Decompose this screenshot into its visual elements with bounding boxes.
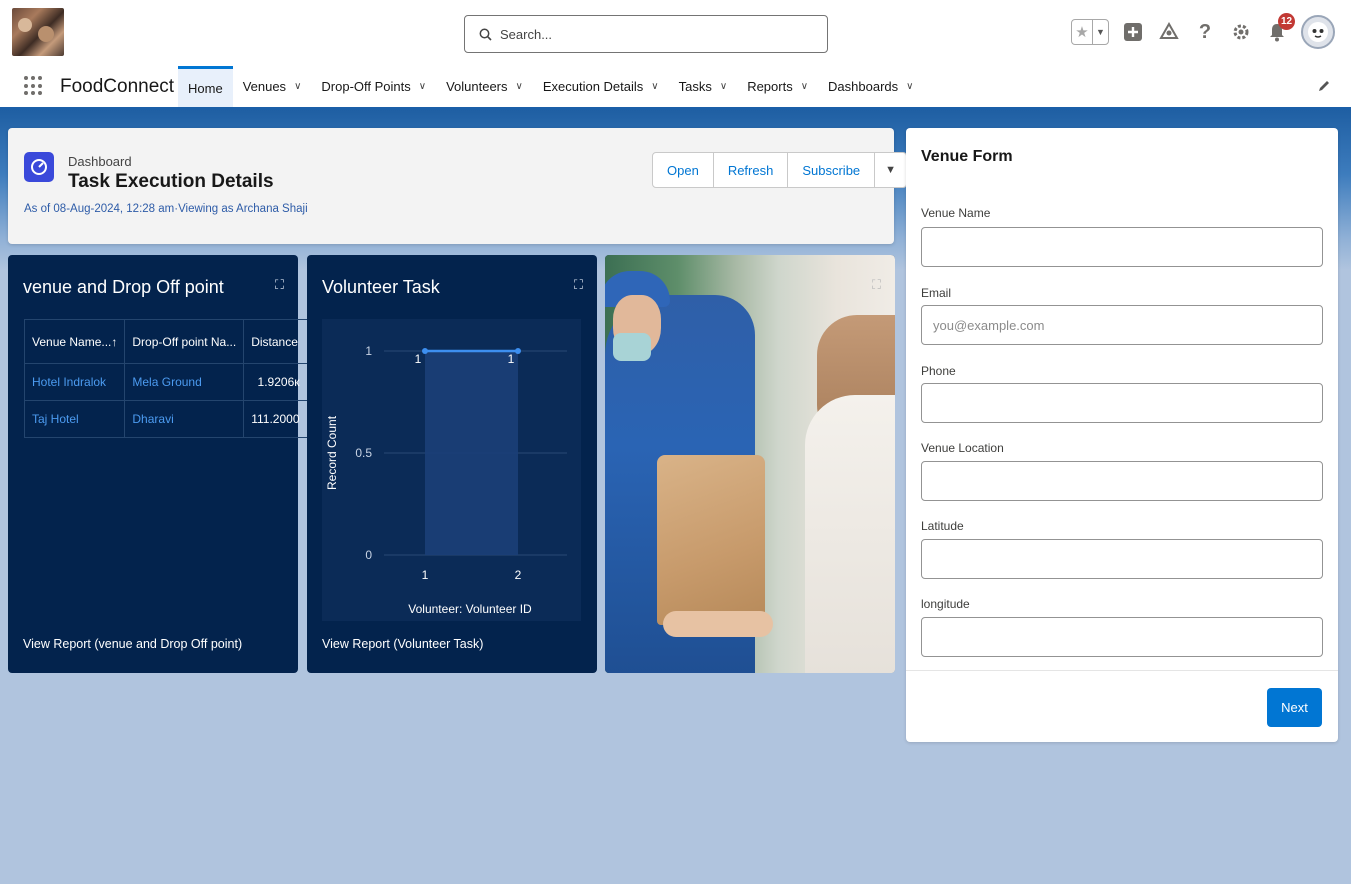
- next-button[interactable]: Next: [1267, 688, 1322, 727]
- x-axis-label: Volunteer: Volunteer ID: [408, 602, 532, 616]
- chevron-down-icon[interactable]: ▼: [1092, 20, 1108, 44]
- trailhead-icon[interactable]: [1157, 20, 1181, 44]
- tab-venues[interactable]: Venues ∨: [233, 66, 312, 107]
- venue-name-label: Venue Name: [921, 206, 991, 220]
- app-nav-bar: FoodConnect Home Venues ∨ Drop-Off Points…: [0, 66, 1351, 110]
- chevron-down-icon[interactable]: ∨: [720, 81, 727, 92]
- venue-location-label: Venue Location: [921, 441, 1004, 455]
- form-title: Venue Form: [921, 148, 1013, 165]
- delivery-photo: [605, 255, 895, 673]
- venue-location-field[interactable]: [921, 461, 1323, 501]
- app-launcher-icon[interactable]: [24, 76, 44, 96]
- latitude-label: Latitude: [921, 519, 964, 533]
- venue-link[interactable]: Taj Hotel: [23, 400, 126, 438]
- tab-tasks[interactable]: Tasks ∨: [669, 66, 738, 107]
- search-placeholder: Search...: [500, 26, 553, 42]
- venue-dropoff-widget: venue and Drop Off point ⛶ Venue Name...…: [8, 255, 308, 673]
- email-label: Email: [921, 286, 952, 300]
- edit-nav-pencil-icon[interactable]: [1317, 79, 1331, 96]
- chart-area: 0 0.5 1 1 1 1 2 Volunteer: Volunteer ID Record C…: [322, 319, 581, 621]
- volunteer-task-chart[interactable]: 0 0.5 1 1 1 1 2 Volunteer: Volunteer ID Record C…: [322, 319, 581, 621]
- phone-field[interactable]: [921, 383, 1323, 423]
- venue-form-card: Venue Form Venue Name Email Phone Venue …: [906, 128, 1338, 742]
- org-logo[interactable]: [12, 8, 64, 56]
- tab-home[interactable]: Home: [178, 66, 233, 107]
- venue-name-field[interactable]: [921, 227, 1323, 267]
- subscribe-button[interactable]: Subscribe: [787, 153, 874, 187]
- gear-icon[interactable]: [1229, 20, 1253, 44]
- widget-title: venue and Drop Off point: [23, 277, 224, 297]
- table-row: Hotel Indralok Mela Ground 1.9206к: [23, 363, 308, 401]
- dashboard-subtitle: As of 08-Aug-2024, 12:28 am·Viewing as A…: [24, 203, 308, 215]
- dashboard-header-card: Dashboard Task Execution Details As of 0…: [8, 128, 908, 244]
- data-label: 1: [508, 352, 515, 366]
- global-header: Search... ★ ▼ ? 12: [0, 0, 1351, 66]
- chevron-down-icon[interactable]: ∨: [906, 81, 913, 92]
- page-title: Task Execution Details: [68, 171, 274, 192]
- volunteer-task-widget: Volunteer Task ⛶ 0 0.5 1 1 1 1 2 Volunteer: Vol…: [307, 255, 597, 673]
- nav-tabs: Home Venues ∨ Drop-Off Points ∨ Volunteers…: [178, 66, 923, 110]
- longitude-label: longitude: [921, 597, 970, 611]
- distance-value: 1.9206к: [243, 363, 308, 401]
- form-divider: [906, 670, 1338, 671]
- notifications-bell-icon[interactable]: 12: [1265, 13, 1295, 44]
- delivery-photo-widget: ⛶: [605, 255, 895, 673]
- help-icon[interactable]: ?: [1193, 20, 1217, 44]
- tab-reports[interactable]: Reports ∨: [737, 66, 818, 107]
- table-row: Taj Hotel Dharavi 111.2000: [23, 400, 308, 438]
- widget-title: Volunteer Task: [322, 277, 440, 297]
- expand-icon[interactable]: ⛶: [275, 277, 284, 293]
- x-tick-label: 1: [422, 568, 429, 582]
- tab-volunteers[interactable]: Volunteers ∨: [436, 66, 533, 107]
- dashboard-actions: Open Refresh Subscribe ▼: [652, 152, 908, 188]
- table-header-row: Venue Name...↑ Drop-Off point Na... Dist…: [23, 319, 308, 364]
- notification-count-badge: 12: [1278, 13, 1295, 30]
- more-actions-dropdown-icon[interactable]: ▼: [874, 153, 906, 187]
- y-axis-label: Record Count: [325, 415, 339, 490]
- venue-link[interactable]: Hotel Indralok: [23, 363, 126, 401]
- tab-dashboards[interactable]: Dashboards ∨: [818, 66, 923, 107]
- search-icon: [479, 28, 492, 41]
- data-point: [422, 348, 428, 354]
- data-label: 1: [415, 352, 422, 366]
- y-tick-label: 0.5: [355, 446, 372, 460]
- column-header-drop-off-point[interactable]: Drop-Off point Na...: [124, 319, 245, 364]
- drop-off-link[interactable]: Dharavi: [124, 400, 245, 438]
- dashboard-icon: [24, 152, 54, 182]
- chevron-down-icon[interactable]: ∨: [419, 81, 426, 92]
- drop-off-link[interactable]: Mela Ground: [124, 363, 245, 401]
- y-tick-label: 1: [365, 344, 372, 358]
- expand-icon[interactable]: ⛶: [574, 277, 583, 293]
- report-table: Venue Name...↑ Drop-Off point Na... Dist…: [23, 319, 308, 438]
- chevron-down-icon[interactable]: ∨: [801, 81, 808, 92]
- column-header-distance[interactable]: Distance: [243, 319, 308, 364]
- open-button[interactable]: Open: [653, 153, 713, 187]
- dashboard-type-label: Dashboard: [68, 154, 132, 169]
- chevron-down-icon[interactable]: ∨: [651, 81, 658, 92]
- expand-icon[interactable]: ⛶: [872, 277, 881, 293]
- column-header-venue-name[interactable]: Venue Name...↑: [23, 319, 126, 364]
- refresh-button[interactable]: Refresh: [712, 153, 788, 187]
- distance-value: 111.2000: [243, 400, 308, 438]
- data-point: [515, 348, 521, 354]
- star-icon[interactable]: ★: [1072, 20, 1092, 44]
- tab-execution-details[interactable]: Execution Details ∨: [533, 66, 669, 107]
- longitude-field[interactable]: [921, 617, 1323, 657]
- view-report-link[interactable]: View Report (Volunteer Task): [322, 637, 483, 651]
- tab-drop-off-points[interactable]: Drop-Off Points ∨: [311, 66, 436, 107]
- y-tick-label: 0: [365, 548, 372, 562]
- search-input[interactable]: Search...: [464, 15, 828, 53]
- chevron-down-icon[interactable]: ∨: [294, 81, 301, 92]
- global-actions-icon[interactable]: [1121, 20, 1145, 44]
- email-field[interactable]: [921, 305, 1323, 345]
- phone-label: Phone: [921, 364, 956, 378]
- series-area: [425, 351, 518, 555]
- x-tick-label: 2: [515, 568, 522, 582]
- latitude-field[interactable]: [921, 539, 1323, 579]
- view-report-link[interactable]: View Report (venue and Drop Off point): [23, 637, 242, 651]
- app-name: FoodConnect: [60, 76, 175, 97]
- favorites-button-group[interactable]: ★ ▼: [1071, 19, 1109, 45]
- chevron-down-icon[interactable]: ∨: [516, 81, 523, 92]
- user-avatar[interactable]: [1301, 15, 1335, 49]
